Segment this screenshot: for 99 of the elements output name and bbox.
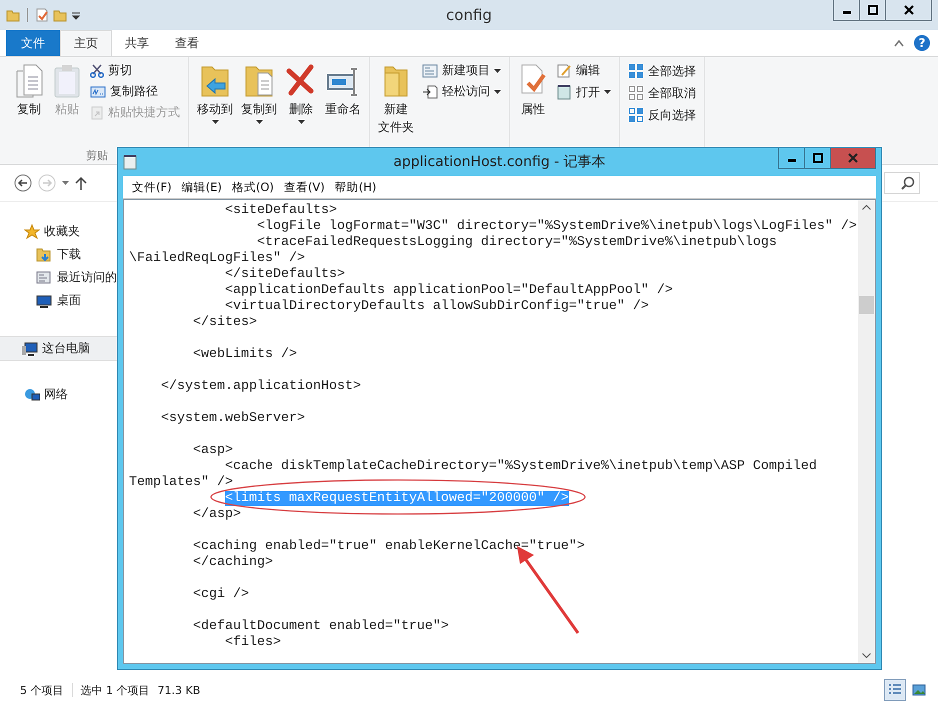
scrollbar[interactable] xyxy=(858,200,875,663)
ribbon-button[interactable]: 全部选择 xyxy=(626,61,698,81)
ribbon-button[interactable]: 打开 xyxy=(554,82,613,102)
code-line: <logFile logFormat="W3C" directory="%SystemDrive%\inetpub\logs\LogFiles" /> xyxy=(256,219,858,235)
search-field[interactable] xyxy=(884,172,920,194)
easy-access-icon xyxy=(422,84,438,98)
ribbon-tab[interactable]: 主页 xyxy=(60,30,112,56)
path-icon xyxy=(90,84,106,98)
close-icon xyxy=(904,5,914,15)
navigation-item[interactable]: 桌面 xyxy=(0,289,117,312)
ribbon-button[interactable]: 复制到 xyxy=(239,61,279,126)
navigation-item[interactable]: 收藏夹 xyxy=(0,220,117,243)
window-title: applicationHost.config - 记事本 xyxy=(392,153,607,171)
code-line: Templates" /> xyxy=(129,475,234,491)
grid-icon xyxy=(628,63,644,79)
copy-icon xyxy=(14,63,44,99)
scroll-up-icon xyxy=(862,204,871,210)
ribbon-button[interactable]: 新建项目 xyxy=(420,61,503,80)
code-line: </sites> xyxy=(192,315,258,331)
code-line: <cgi /> xyxy=(192,587,250,603)
ribbon-button[interactable]: 复制 xyxy=(12,61,46,119)
up-button[interactable] xyxy=(75,176,87,190)
network-icon xyxy=(24,386,40,402)
caret-icon xyxy=(62,181,69,185)
code-line: </siteDefaults> xyxy=(224,267,346,283)
scroll-down-icon xyxy=(862,653,871,659)
computer-icon xyxy=(22,340,38,356)
edit-icon xyxy=(556,64,572,78)
code-line: <webLimits /> xyxy=(192,347,298,363)
shortcut-icon xyxy=(90,106,104,120)
clipboard-icon xyxy=(52,63,82,99)
large-icons-view-icon xyxy=(911,682,927,698)
scissors-icon xyxy=(90,64,104,78)
close-icon xyxy=(848,153,858,163)
notepad-icon xyxy=(123,154,137,170)
ribbon-tab[interactable]: 共享 xyxy=(112,30,162,56)
code-line: \FailedReqLogFiles" /> xyxy=(129,251,306,267)
folder-icon xyxy=(6,8,20,22)
view-button[interactable] xyxy=(884,679,906,701)
menu-item[interactable]: 查看(V) xyxy=(278,180,330,194)
navigation-item[interactable]: 这台电脑 xyxy=(0,336,117,361)
ribbon-button[interactable]: 移动到 xyxy=(195,61,235,126)
folder-icon xyxy=(53,8,67,22)
history-button[interactable] xyxy=(62,181,69,185)
notepad-icon xyxy=(556,84,572,100)
menu-item[interactable]: 编辑(E) xyxy=(176,180,227,194)
ribbon-button[interactable]: 新建 文件夹 xyxy=(376,61,416,137)
selection-size: 71.3 KB xyxy=(158,684,200,696)
code-line: </caching> xyxy=(192,555,274,571)
star-icon xyxy=(24,224,40,240)
selection-count: 选中 1 个项目 xyxy=(80,682,150,698)
code-line: <asp> xyxy=(192,443,234,459)
code-line: <traceFailedRequestsLogging directory="%SystemDrive%\inetpub\logs xyxy=(256,235,778,251)
navigation-item[interactable]: 下载 xyxy=(0,243,117,266)
code-line: <caching enabled="true" enableKernelCache="true"> xyxy=(192,539,586,555)
desktop-icon xyxy=(36,292,52,308)
ribbon-button[interactable]: 全部取消 xyxy=(626,83,698,103)
maximize-icon xyxy=(812,153,822,163)
code-line: <virtualDirectoryDefaults allowSubDirConfig="true" /> xyxy=(224,299,650,315)
navigation-item[interactable]: 网络 xyxy=(0,383,117,406)
menu-item[interactable]: 格式(O) xyxy=(226,180,279,194)
navigation-item[interactable]: 最近访问的 xyxy=(0,266,117,289)
code-line: <siteDefaults> xyxy=(224,203,338,219)
ribbon-button[interactable]: 反向选择 xyxy=(626,105,698,125)
folder-arrow-icon xyxy=(36,246,52,262)
ribbon-button[interactable]: 属性 xyxy=(516,61,550,119)
code-line: <defaultDocument enabled="true"> xyxy=(192,619,450,635)
code-line: <cache diskTemplateCacheDirectory="%SystemDrive%\inetpub\temp\ASP Compiled xyxy=(224,459,818,475)
menu-item[interactable]: 文件(F) xyxy=(127,180,177,194)
ribbon-button[interactable]: 复制路径 xyxy=(88,82,182,101)
new-item-icon xyxy=(422,64,438,78)
ribbon-button[interactable]: 剪切 xyxy=(88,61,182,80)
search-icon xyxy=(901,176,915,190)
file-menu-tab[interactable]: 文件 xyxy=(6,30,60,56)
document-check-icon xyxy=(35,8,49,22)
code-line: <applicationDefaults applicationPool="DefaultAppPool" /> xyxy=(224,283,674,299)
recent-places-icon xyxy=(36,270,52,286)
code-line: </asp> xyxy=(192,507,242,523)
scroll-thumb[interactable] xyxy=(859,296,874,314)
ribbon-button[interactable]: 删除 xyxy=(283,61,319,126)
empty-grid-icon xyxy=(628,85,644,101)
maximize-icon xyxy=(868,5,878,15)
code-line: <files> xyxy=(224,635,282,651)
mixed-grid-icon xyxy=(628,107,644,123)
group-label: 剪贴 xyxy=(86,148,108,164)
ribbon-button[interactable]: 编辑 xyxy=(554,61,613,80)
ribbon-button[interactable]: 轻松访问 xyxy=(420,82,503,101)
back-button[interactable] xyxy=(14,174,32,192)
item-count: 5 个项目 xyxy=(20,682,64,698)
up-arrow-icon xyxy=(75,176,87,190)
collapse-icon xyxy=(894,39,904,47)
ribbon-button[interactable]: 重命名 xyxy=(323,61,363,119)
code-line: <system.webServer> xyxy=(160,411,306,427)
help-button[interactable]: ? xyxy=(914,35,930,51)
selected-text: <limits maxRequestEntityAllowed="200000" /> xyxy=(224,491,569,506)
ribbon-tab[interactable]: 查看 xyxy=(162,30,212,56)
window-title: config xyxy=(445,6,493,24)
code-line: </system.applicationHost> xyxy=(160,379,362,395)
menu-item[interactable]: 帮助(H) xyxy=(330,180,382,194)
